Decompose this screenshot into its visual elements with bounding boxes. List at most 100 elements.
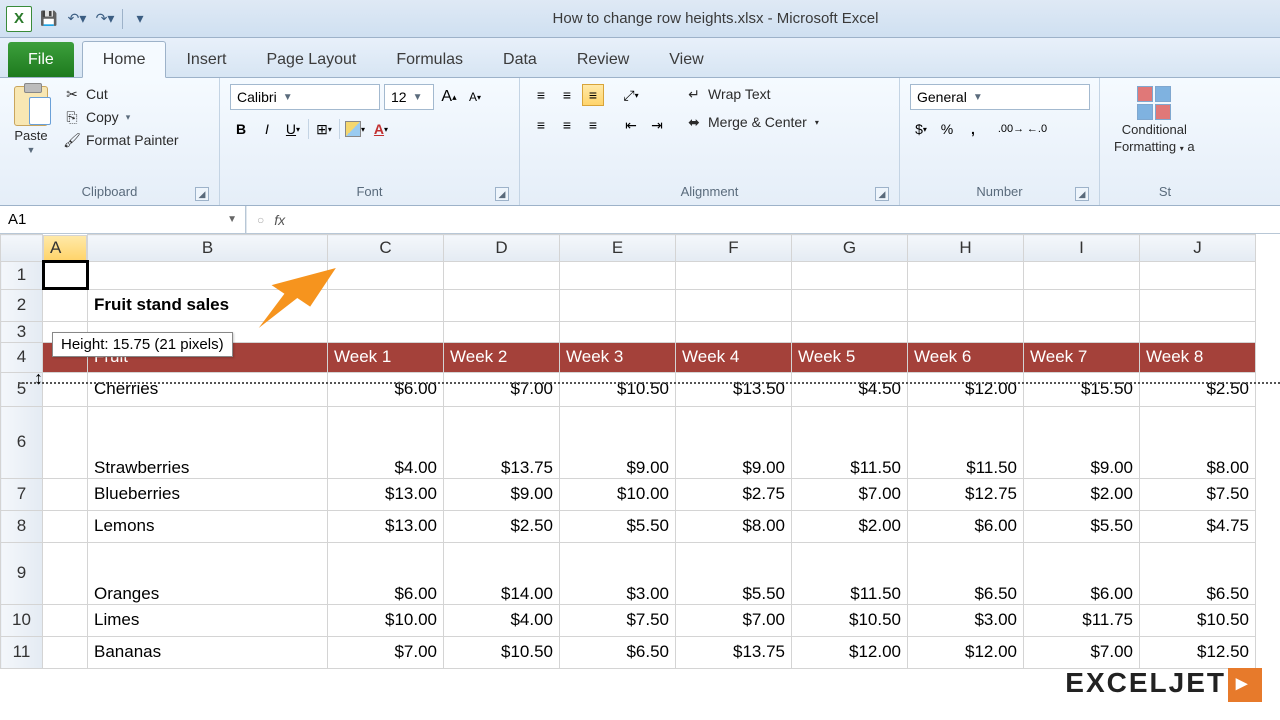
cell[interactable] xyxy=(792,321,908,342)
merge-center-button[interactable]: ⬌Merge & Center▾ xyxy=(682,112,822,132)
cell[interactable]: $4.00 xyxy=(444,604,560,636)
cell[interactable]: Blueberries xyxy=(88,478,328,510)
cell[interactable]: $4.00 xyxy=(328,406,444,478)
align-bottom-button[interactable]: ≡ xyxy=(582,84,604,106)
cell[interactable]: $11.50 xyxy=(792,406,908,478)
cell[interactable]: Week 8 xyxy=(1140,342,1256,372)
cell[interactable]: $6.00 xyxy=(1024,542,1140,604)
percent-format-button[interactable]: % xyxy=(936,118,958,140)
cell[interactable]: Week 4 xyxy=(676,342,792,372)
column-header-C[interactable]: C xyxy=(328,235,444,262)
bold-button[interactable]: B xyxy=(230,118,252,140)
cell[interactable]: $7.00 xyxy=(792,478,908,510)
cell[interactable]: $10.50 xyxy=(1140,604,1256,636)
qat-customize-icon[interactable]: ▾ xyxy=(129,8,151,30)
cell[interactable]: $7.00 xyxy=(328,636,444,668)
cell[interactable]: $13.00 xyxy=(328,510,444,542)
cell[interactable]: $12.50 xyxy=(1140,636,1256,668)
dialog-launcher-icon[interactable]: ◢ xyxy=(195,187,209,201)
cell[interactable] xyxy=(328,289,444,321)
align-center-button[interactable]: ≡ xyxy=(556,114,578,136)
cell[interactable] xyxy=(908,261,1024,289)
row-header-3[interactable]: 3 xyxy=(1,321,43,342)
name-box[interactable]: A1▼ xyxy=(0,206,246,233)
cell[interactable]: $9.00 xyxy=(1024,406,1140,478)
cell[interactable] xyxy=(676,321,792,342)
cell[interactable]: $6.00 xyxy=(908,510,1024,542)
cell[interactable]: $10.50 xyxy=(444,636,560,668)
cell[interactable]: $9.00 xyxy=(676,406,792,478)
row-header-6[interactable]: 6 xyxy=(1,406,43,478)
orientation-button[interactable]: ⤢▾ xyxy=(620,84,642,106)
cell[interactable]: Cherries xyxy=(88,372,328,406)
cell[interactable]: $2.00 xyxy=(1024,478,1140,510)
cell[interactable]: $15.50 xyxy=(1024,372,1140,406)
cell[interactable]: Week 7 xyxy=(1024,342,1140,372)
cell[interactable]: $11.50 xyxy=(908,406,1024,478)
column-header-E[interactable]: E xyxy=(560,235,676,262)
font-name-select[interactable]: Calibri▼ xyxy=(230,84,380,110)
decrease-decimal-button[interactable]: ←.0 xyxy=(1026,118,1048,140)
cell[interactable] xyxy=(444,289,560,321)
cell[interactable] xyxy=(1140,261,1256,289)
excel-app-icon[interactable]: X xyxy=(6,6,32,32)
tab-home[interactable]: Home xyxy=(82,41,167,78)
copy-button[interactable]: ⎘Copy▾ xyxy=(60,107,182,127)
dialog-launcher-icon[interactable]: ◢ xyxy=(875,187,889,201)
tab-formulas[interactable]: Formulas xyxy=(376,42,483,77)
cell[interactable]: $13.50 xyxy=(676,372,792,406)
cancel-icon[interactable]: ○ xyxy=(257,213,264,227)
dialog-launcher-icon[interactable]: ◢ xyxy=(495,187,509,201)
number-format-select[interactable]: General▼ xyxy=(910,84,1090,110)
cell[interactable]: $12.00 xyxy=(908,636,1024,668)
cell[interactable]: $7.00 xyxy=(1024,636,1140,668)
cell[interactable]: $14.00 xyxy=(444,542,560,604)
align-left-button[interactable]: ≡ xyxy=(530,114,552,136)
tab-review[interactable]: Review xyxy=(557,42,649,77)
decrease-indent-button[interactable]: ⇤ xyxy=(620,114,642,136)
underline-button[interactable]: U▾ xyxy=(282,118,304,140)
cell[interactable]: $11.75 xyxy=(1024,604,1140,636)
cell[interactable] xyxy=(792,261,908,289)
column-header-F[interactable]: F xyxy=(676,235,792,262)
conditional-formatting-button[interactable]: Conditional Formatting ▾ a xyxy=(1110,84,1199,156)
row-header-8[interactable]: 8 xyxy=(1,510,43,542)
row-header-2[interactable]: 2 xyxy=(1,289,43,321)
cell[interactable]: $10.00 xyxy=(328,604,444,636)
cell[interactable]: $6.50 xyxy=(908,542,1024,604)
cell[interactable] xyxy=(328,261,444,289)
cell[interactable]: $3.00 xyxy=(908,604,1024,636)
cell[interactable]: $9.00 xyxy=(444,478,560,510)
fx-icon[interactable]: fx xyxy=(274,212,285,228)
cell[interactable]: $8.00 xyxy=(676,510,792,542)
cell[interactable] xyxy=(444,261,560,289)
row-header-7[interactable]: 7 xyxy=(1,478,43,510)
column-header-J[interactable]: J xyxy=(1140,235,1256,262)
cell[interactable]: $4.75 xyxy=(1140,510,1256,542)
align-middle-button[interactable]: ≡ xyxy=(556,84,578,106)
cell[interactable] xyxy=(43,510,88,542)
cell[interactable]: $5.50 xyxy=(560,510,676,542)
cell[interactable]: $5.50 xyxy=(1024,510,1140,542)
cell[interactable]: $6.50 xyxy=(560,636,676,668)
cell[interactable]: Fruit stand sales xyxy=(88,289,328,321)
cell[interactable]: $6.00 xyxy=(328,542,444,604)
cell[interactable]: $7.50 xyxy=(560,604,676,636)
save-icon[interactable]: 💾 xyxy=(38,8,60,30)
cell[interactable] xyxy=(1024,289,1140,321)
cell[interactable] xyxy=(676,289,792,321)
cell[interactable] xyxy=(1140,321,1256,342)
tab-view[interactable]: View xyxy=(649,42,723,77)
select-all-corner[interactable] xyxy=(1,235,43,262)
paste-button[interactable]: Paste ▼ xyxy=(10,84,52,157)
redo-icon[interactable]: ↷▾ xyxy=(94,8,116,30)
cell[interactable]: Lemons xyxy=(88,510,328,542)
row-header-9[interactable]: 9 xyxy=(1,542,43,604)
cell[interactable] xyxy=(43,542,88,604)
font-color-button[interactable]: A▾ xyxy=(370,118,392,140)
cell[interactable]: $6.50 xyxy=(1140,542,1256,604)
cell[interactable] xyxy=(560,289,676,321)
increase-font-button[interactable]: A▴ xyxy=(438,86,460,108)
cell[interactable]: $12.00 xyxy=(792,636,908,668)
accounting-format-button[interactable]: $▾ xyxy=(910,118,932,140)
